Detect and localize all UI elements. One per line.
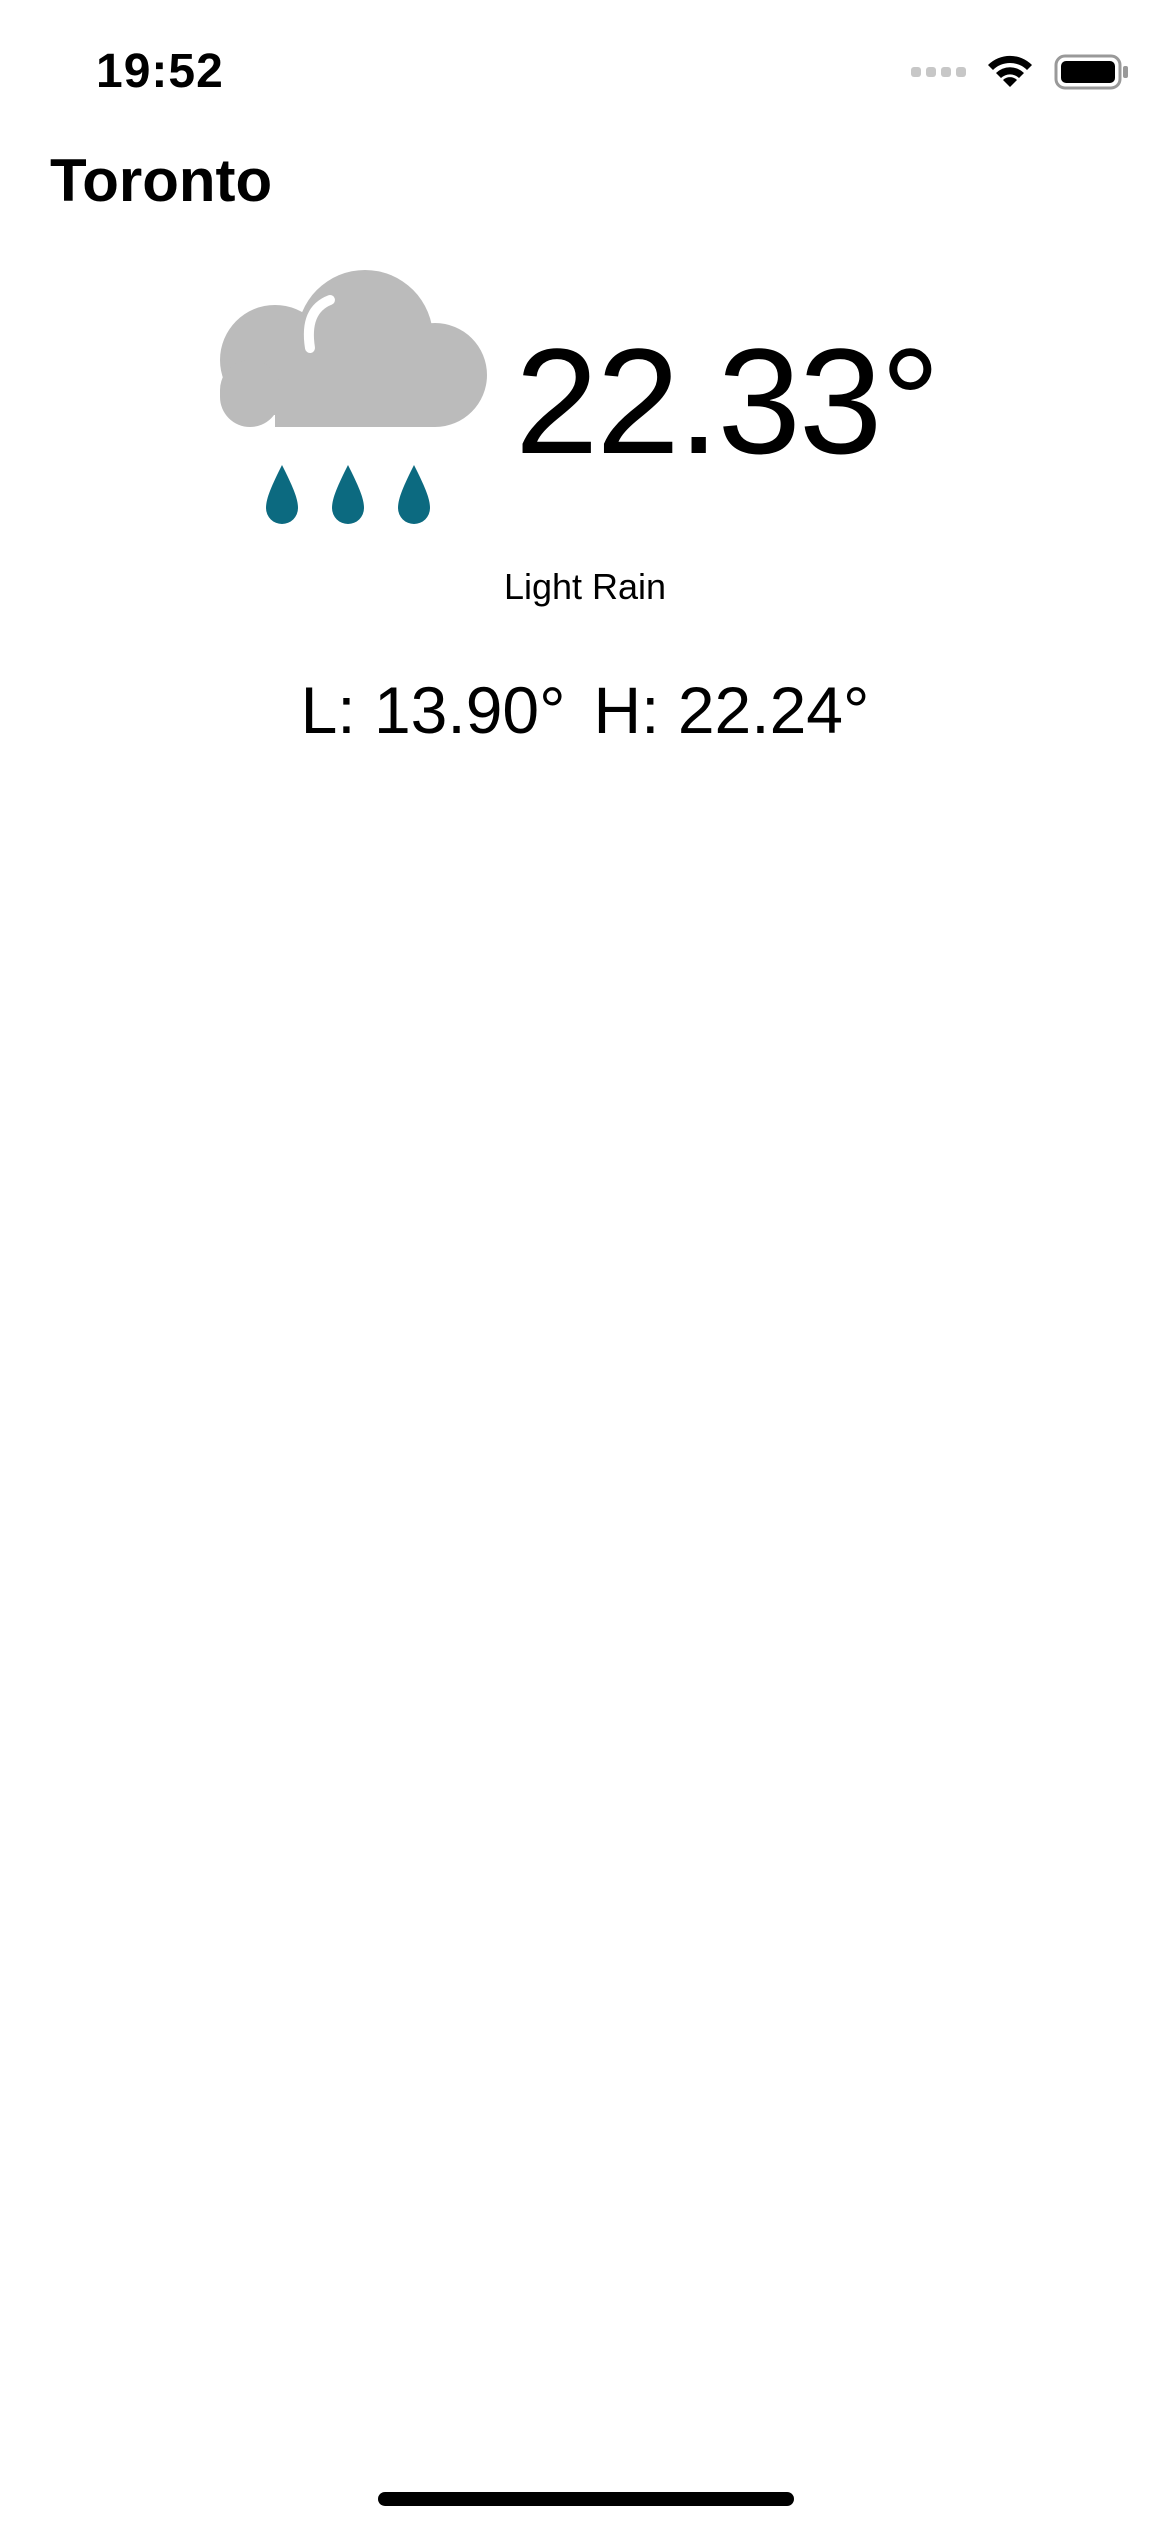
current-weather: 22.33° [0, 270, 1170, 550]
high-temperature: H: 22.24° [593, 673, 870, 747]
wifi-icon [984, 53, 1036, 91]
cloud-rain-icon [200, 270, 500, 540]
current-temperature: 22.33° [515, 317, 940, 485]
signal-icon [911, 67, 966, 77]
low-temperature: L: 13.90° [300, 673, 566, 747]
status-time: 19:52 [96, 45, 224, 98]
city-title: Toronto [50, 147, 273, 214]
status-bar: 19:52 [0, 0, 1170, 150]
status-icons [911, 52, 1130, 92]
home-indicator[interactable] [378, 2492, 794, 2506]
weather-condition: Light Rain [503, 566, 667, 607]
low-high-temperatures: L: 13.90° H: 22.24° [0, 672, 1170, 748]
battery-icon [1054, 52, 1130, 92]
